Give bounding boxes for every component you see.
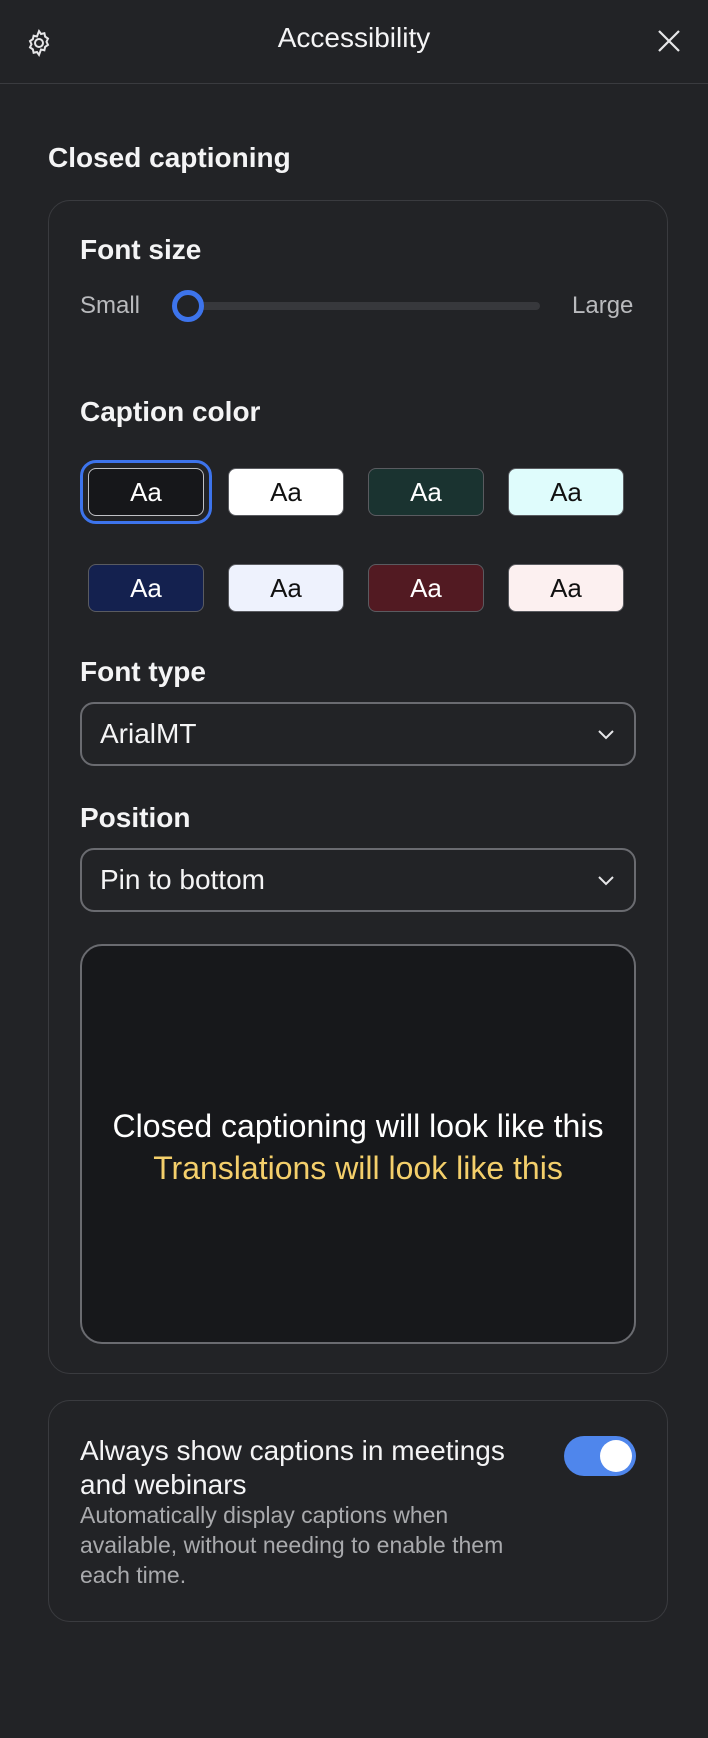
- caption-color-swatch[interactable]: Aa: [508, 564, 624, 612]
- toggle-knob: [600, 1440, 632, 1472]
- always-show-title: Always show captions in meetings and web…: [80, 1435, 505, 1500]
- header: Accessibility: [0, 0, 708, 84]
- always-show-toggle[interactable]: [564, 1436, 636, 1476]
- translation-preview-text: Translations will look like this: [153, 1150, 563, 1186]
- swatch-label: Aa: [270, 572, 302, 603]
- font-type-select[interactable]: ArialMT: [80, 702, 636, 766]
- slider-max-label: Large: [572, 292, 634, 319]
- chevron-down-icon: [598, 876, 614, 886]
- close-icon[interactable]: [654, 26, 684, 56]
- caption-color-label: Caption color: [80, 396, 261, 427]
- always-show-description: Automatically display captions when avai…: [80, 1502, 504, 1588]
- swatch-label: Aa: [270, 476, 302, 507]
- caption-color-swatch[interactable]: Aa: [368, 468, 484, 516]
- swatch-label: Aa: [550, 476, 582, 507]
- caption-color-swatch[interactable]: Aa: [508, 468, 624, 516]
- swatch-label: Aa: [550, 572, 582, 603]
- caption-color-swatch[interactable]: Aa: [228, 468, 344, 516]
- font-size-label: Font size: [80, 234, 202, 265]
- caption-color-swatch[interactable]: Aa: [80, 460, 212, 524]
- font-size-slider-thumb[interactable]: [172, 290, 204, 322]
- page-title: Accessibility: [277, 22, 431, 53]
- swatch-label: Aa: [130, 476, 162, 507]
- position-label: Position: [80, 802, 191, 833]
- caption-color-swatch[interactable]: Aa: [228, 564, 344, 612]
- slider-min-label: Small: [80, 292, 141, 319]
- section-title-closed-captioning: Closed captioning: [48, 142, 291, 173]
- swatch-label: Aa: [410, 476, 442, 507]
- position-value: Pin to bottom: [100, 864, 265, 895]
- font-size-slider-track[interactable]: [178, 302, 540, 310]
- caption-color-swatch[interactable]: Aa: [368, 564, 484, 612]
- font-type-value: ArialMT: [100, 718, 197, 749]
- swatch-label: Aa: [410, 572, 442, 603]
- swatch-label: Aa: [130, 572, 162, 603]
- caption-preview: Closed captioning will look like this Tr…: [80, 944, 636, 1344]
- caption-color-swatch[interactable]: Aa: [88, 564, 204, 612]
- caption-preview-text: Closed captioning will look like this: [112, 1108, 604, 1144]
- font-type-label: Font type: [80, 656, 206, 687]
- chevron-down-icon: [598, 730, 614, 740]
- position-select[interactable]: Pin to bottom: [80, 848, 636, 912]
